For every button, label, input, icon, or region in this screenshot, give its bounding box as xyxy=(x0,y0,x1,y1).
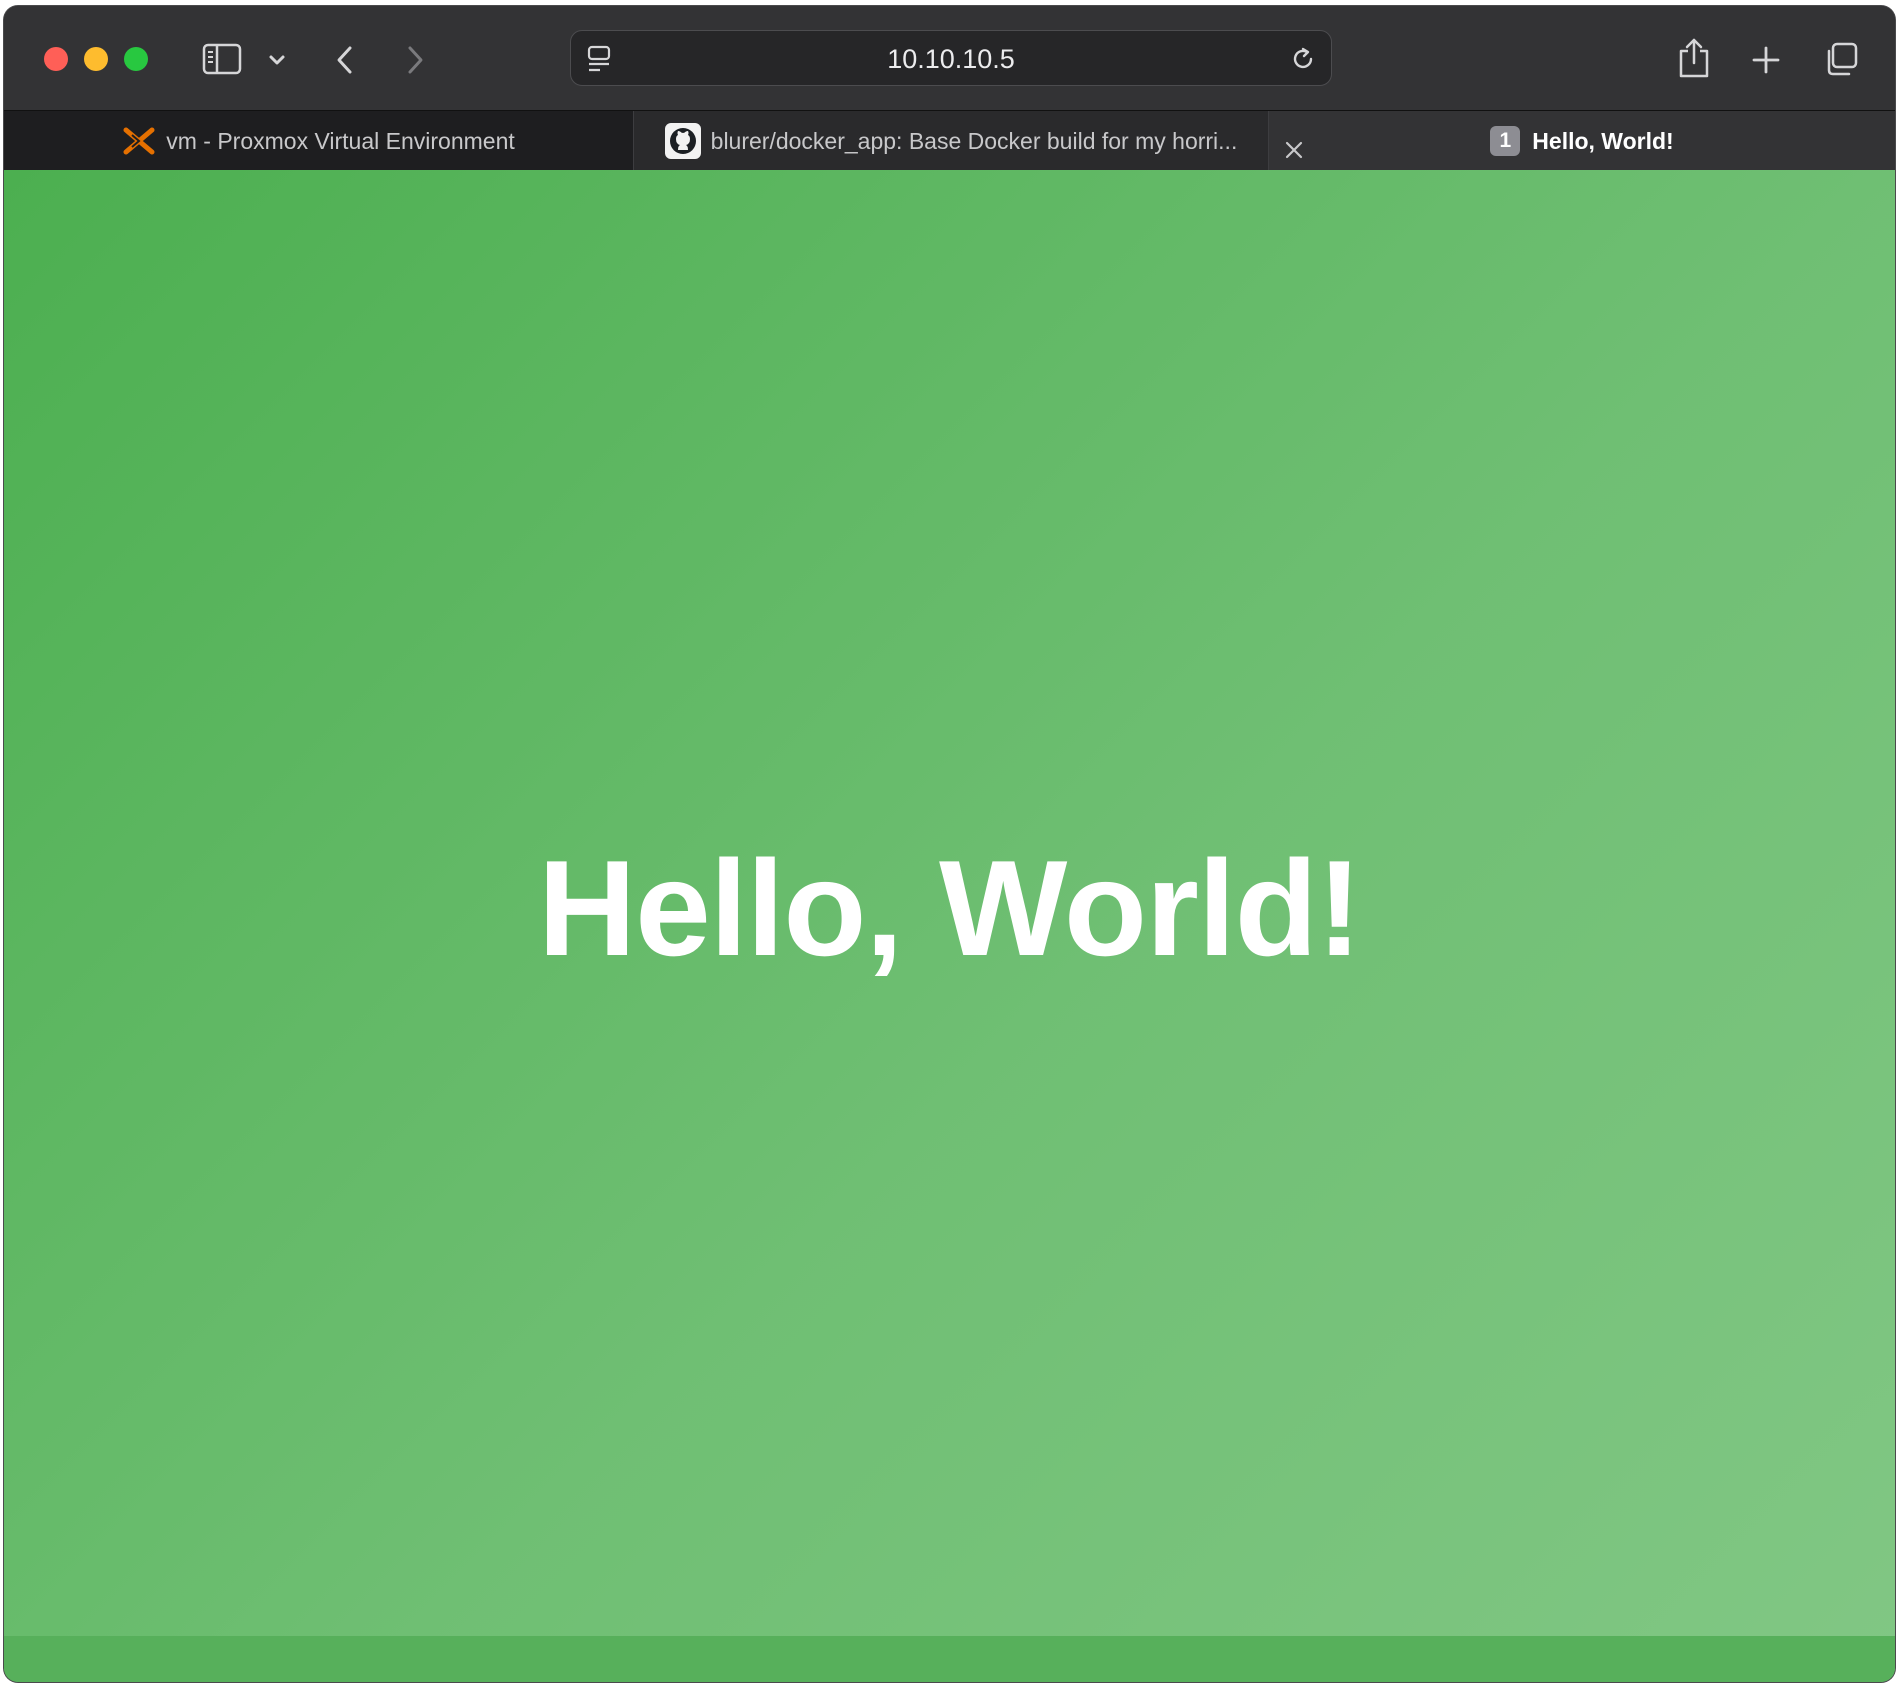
browser-toolbar: 10.10.10.5 xyxy=(4,6,1895,110)
web-page-content: Hello, World! xyxy=(4,170,1895,1682)
tab-title: vm - Proxmox Virtual Environment xyxy=(166,127,515,154)
browser-window: 10.10.10.5 vm - Proxmox Virtual Environm… xyxy=(4,6,1895,1682)
close-icon xyxy=(1285,141,1303,159)
tab-title: Hello, World! xyxy=(1532,127,1674,154)
page-footer-strip xyxy=(4,1636,1895,1682)
close-window-button[interactable] xyxy=(44,47,68,71)
tab-count-badge: 1 xyxy=(1490,126,1521,156)
chevron-down-icon[interactable] xyxy=(266,50,288,70)
tab-title: blurer/docker_app: Base Docker build for… xyxy=(710,127,1238,154)
minimize-window-button[interactable] xyxy=(84,47,108,71)
chevron-left-icon[interactable] xyxy=(330,42,360,78)
github-icon xyxy=(664,123,701,159)
proxmox-icon xyxy=(122,124,156,158)
maximize-window-button[interactable] xyxy=(124,47,148,71)
address-bar[interactable]: 10.10.10.5 xyxy=(570,30,1332,86)
address-text: 10.10.10.5 xyxy=(887,44,1015,74)
tabs-overview-icon[interactable] xyxy=(1822,40,1860,78)
sidebar-icon[interactable] xyxy=(200,42,244,76)
chevron-right-icon[interactable] xyxy=(400,42,430,78)
plus-icon[interactable] xyxy=(1750,44,1782,76)
share-icon[interactable] xyxy=(1676,36,1712,80)
tab-proxmox[interactable]: vm - Proxmox Virtual Environment xyxy=(4,111,634,171)
tab-hello-world[interactable]: 1 Hello, World! xyxy=(1269,111,1895,171)
tab-bar: vm - Proxmox Virtual Environment blurer/… xyxy=(4,110,1895,171)
tab-github[interactable]: blurer/docker_app: Base Docker build for… xyxy=(634,111,1269,171)
close-tab-button[interactable] xyxy=(1274,130,1314,170)
page-heading: Hello, World! xyxy=(537,832,1362,984)
reload-icon[interactable] xyxy=(1289,45,1317,73)
